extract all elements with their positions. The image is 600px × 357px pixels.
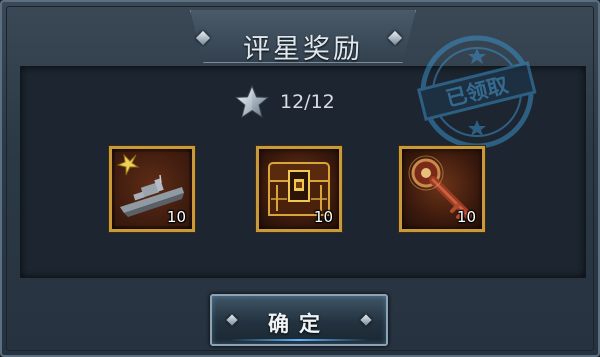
dialog-title: 评星奖励 bbox=[243, 34, 363, 65]
claimed-stamp: 已领取 bbox=[417, 35, 537, 149]
confirm-button-label: 确定 bbox=[268, 312, 330, 336]
star-reward-dialog: 评星奖励 12/12 已领取 10 10 10 确定 bbox=[0, 0, 600, 357]
reward-count: 10 bbox=[166, 208, 186, 226]
confirm-button[interactable]: 确定 bbox=[210, 294, 388, 346]
star-progress-text: 12/12 bbox=[280, 91, 335, 113]
title-plate: 评星奖励 bbox=[190, 10, 416, 63]
reward-slot-key[interactable]: 10 bbox=[399, 146, 485, 232]
star-progress: 12/12 bbox=[234, 84, 335, 120]
silver-star-icon bbox=[234, 84, 270, 119]
reward-slot-warship[interactable]: 10 bbox=[109, 146, 195, 232]
reward-count: 10 bbox=[456, 208, 476, 226]
reward-count: 10 bbox=[313, 208, 333, 226]
reward-slot-chest[interactable]: 10 bbox=[256, 146, 342, 232]
